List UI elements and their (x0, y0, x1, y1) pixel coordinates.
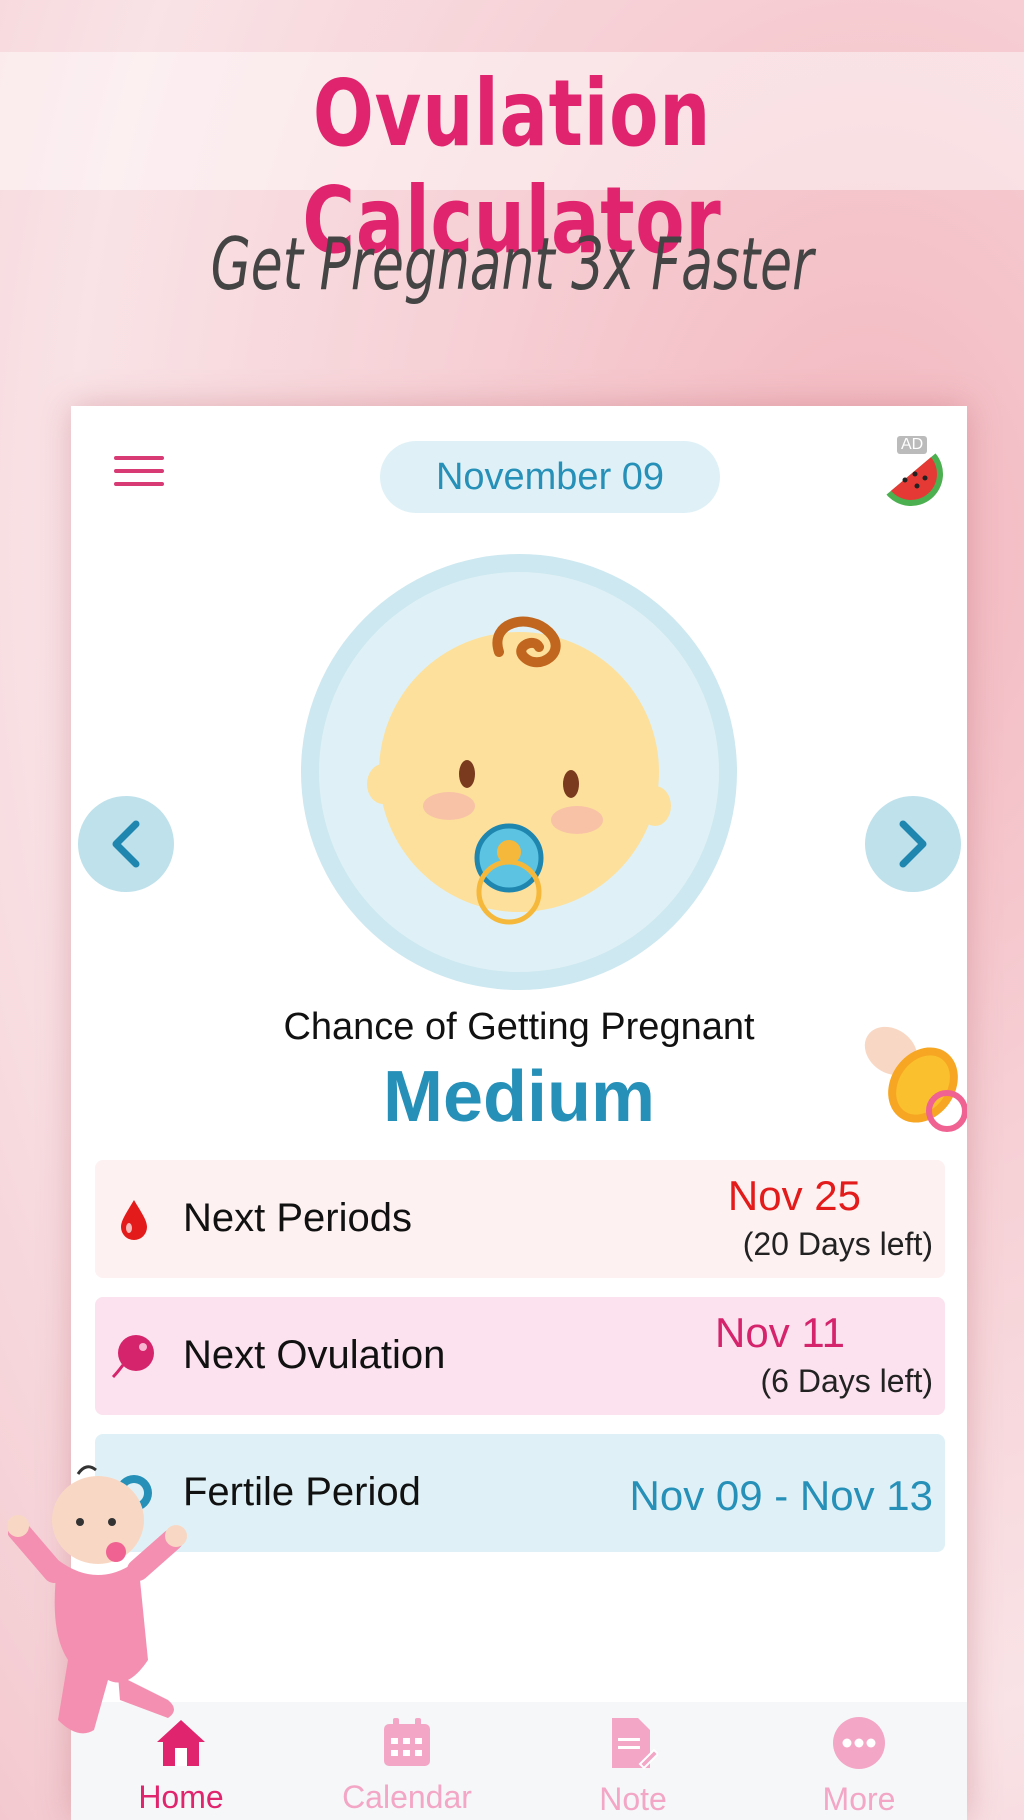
next-periods-card[interactable]: Next Periods Nov 25 (20 Days left) (95, 1160, 945, 1278)
promo-subtitle: Get Pregnant 3x Faster (210, 222, 814, 306)
card-days-left: (20 Days left) (742, 1226, 933, 1262)
chance-value: Medium (382, 1057, 655, 1137)
fertile-period-card[interactable]: Fertile Period Nov 09 - Nov 13 (95, 1434, 945, 1552)
egg-cell-icon (111, 1335, 154, 1379)
chevron-left-icon (112, 820, 140, 868)
current-date-pill[interactable]: November 09 (380, 441, 720, 513)
menu-bar (114, 469, 164, 473)
baby-face-illustration (301, 554, 737, 990)
previous-day-button[interactable] (78, 796, 174, 892)
card-date: Nov 09 - Nov 13 (629, 1472, 933, 1519)
bottom-navigation: Home Calendar Note More (71, 1702, 967, 1820)
menu-button[interactable] (114, 456, 164, 496)
card-label: Next Ovulation (183, 1333, 446, 1377)
note-icon (612, 1718, 660, 1770)
nav-label: Home (138, 1779, 224, 1815)
card-date: Nov 11 (715, 1309, 845, 1356)
blood-drop-icon (121, 1200, 147, 1240)
nav-more[interactable]: More (769, 1716, 949, 1818)
nav-label: More (822, 1781, 896, 1817)
chevron-right-icon (899, 820, 927, 868)
nav-label: Note (599, 1781, 667, 1817)
app-screen: November 09 AD Chance of Getting Pregnan… (71, 406, 967, 1820)
nav-label: Calendar (342, 1779, 472, 1815)
pacifier-decoration (864, 1026, 967, 1132)
baby-girl-decoration (8, 1465, 187, 1734)
next-ovulation-card[interactable]: Next Ovulation Nov 11 (6 Days left) (95, 1297, 945, 1415)
nav-note[interactable]: Note (543, 1716, 723, 1818)
card-label: Next Periods (183, 1196, 412, 1240)
ad-badge: AD (897, 436, 928, 454)
nav-calendar[interactable]: Calendar (317, 1716, 497, 1816)
menu-bar (114, 482, 164, 486)
card-days-left: (6 Days left) (760, 1363, 933, 1399)
more-icon (833, 1717, 885, 1769)
next-day-button[interactable] (865, 796, 961, 892)
calendar-icon (384, 1718, 430, 1766)
card-date: Nov 25 (727, 1172, 861, 1219)
card-label: Fertile Period (183, 1470, 421, 1514)
chance-label: Chance of Getting Pregnant (283, 1006, 755, 1048)
menu-bar (114, 456, 164, 460)
